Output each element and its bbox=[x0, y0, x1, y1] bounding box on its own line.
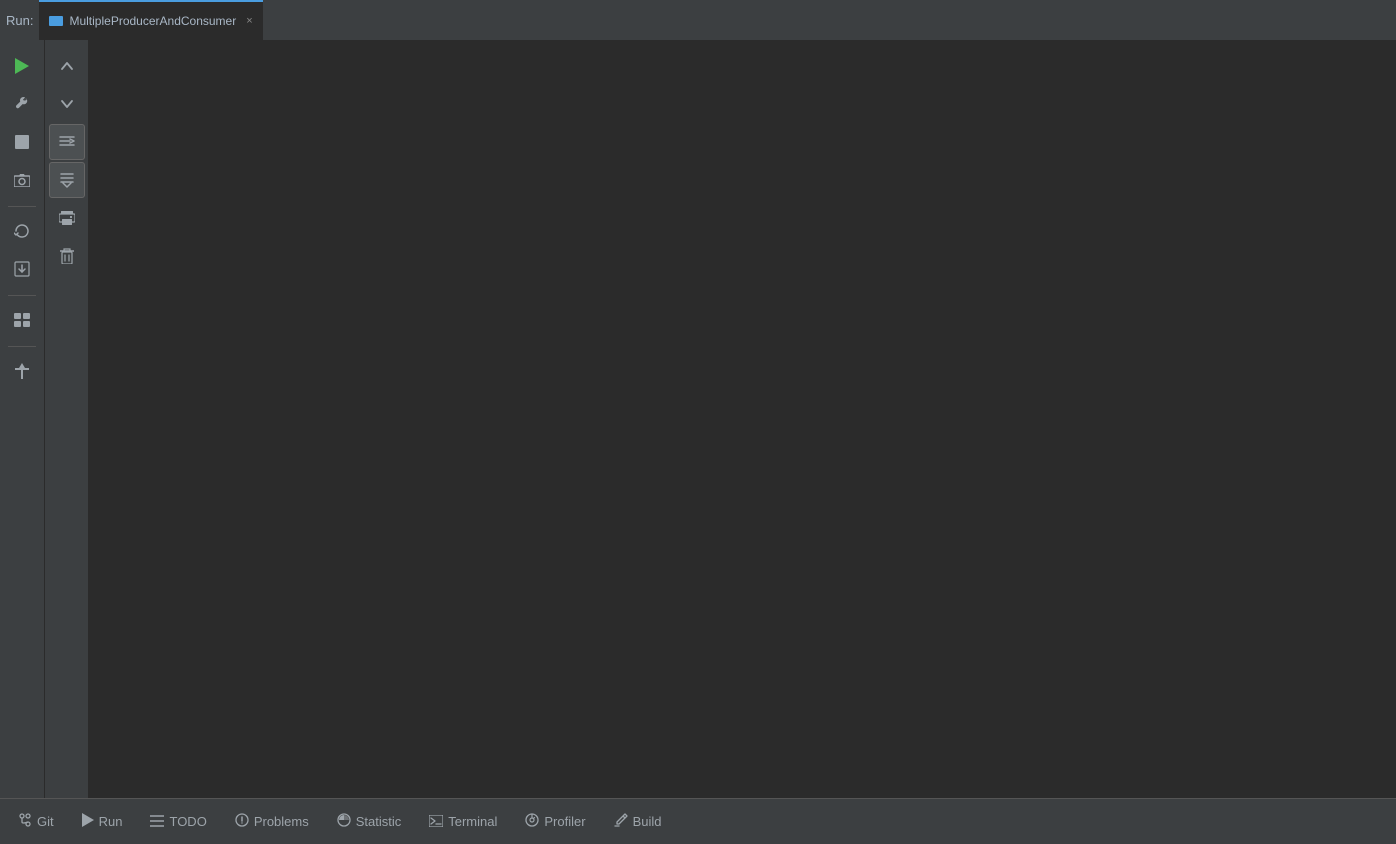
print-icon[interactable] bbox=[49, 200, 85, 236]
bottom-bar: Git Run TODO Problems bbox=[0, 798, 1396, 844]
divider-3 bbox=[8, 346, 36, 347]
divider-1 bbox=[8, 206, 36, 207]
run-tab-label: Run bbox=[99, 814, 123, 829]
problems-icon bbox=[235, 813, 249, 830]
trash-icon[interactable] bbox=[49, 238, 85, 274]
statistic-icon bbox=[337, 813, 351, 830]
up-arrow-icon[interactable] bbox=[49, 48, 85, 84]
play-icon[interactable] bbox=[4, 48, 40, 84]
problems-tab[interactable]: Problems bbox=[221, 799, 323, 844]
tab-close-button[interactable]: × bbox=[246, 15, 252, 27]
scroll-bottom-icon[interactable] bbox=[49, 162, 85, 198]
statistic-tab[interactable]: Statistic bbox=[323, 799, 416, 844]
grid-icon[interactable] bbox=[4, 302, 40, 338]
tab-file-icon bbox=[49, 16, 63, 26]
sidebar bbox=[0, 40, 44, 798]
active-tab[interactable]: MultipleProducerAndConsumer × bbox=[39, 0, 262, 40]
terminal-tab[interactable]: Terminal bbox=[415, 799, 511, 844]
tab-bar: Run: MultipleProducerAndConsumer × bbox=[0, 0, 1396, 40]
refresh-icon[interactable] bbox=[4, 213, 40, 249]
todo-tab[interactable]: TODO bbox=[136, 799, 220, 844]
statistic-tab-label: Statistic bbox=[356, 814, 402, 829]
build-tab[interactable]: Build bbox=[600, 799, 676, 844]
run-icon bbox=[82, 813, 94, 830]
down-arrow-icon[interactable] bbox=[49, 86, 85, 122]
terminal-tab-label: Terminal bbox=[448, 814, 497, 829]
git-icon bbox=[18, 813, 32, 830]
git-tab[interactable]: Git bbox=[4, 799, 68, 844]
wrap-text-icon[interactable] bbox=[49, 124, 85, 160]
list-icon bbox=[150, 814, 164, 830]
pin-icon[interactable] bbox=[4, 353, 40, 389]
build-icon bbox=[614, 813, 628, 830]
wrench-icon[interactable] bbox=[4, 86, 40, 122]
build-tab-label: Build bbox=[633, 814, 662, 829]
divider-2 bbox=[8, 295, 36, 296]
inner-toolbar bbox=[44, 40, 88, 798]
terminal-icon bbox=[429, 814, 443, 830]
main-area bbox=[0, 40, 1396, 798]
import-icon[interactable] bbox=[4, 251, 40, 287]
profiler-tab[interactable]: Profiler bbox=[511, 799, 599, 844]
run-tab[interactable]: Run bbox=[68, 799, 137, 844]
tab-title: MultipleProducerAndConsumer bbox=[69, 14, 236, 28]
camera-icon[interactable] bbox=[4, 162, 40, 198]
content-area bbox=[88, 40, 1396, 798]
problems-tab-label: Problems bbox=[254, 814, 309, 829]
profiler-icon bbox=[525, 813, 539, 830]
run-label: Run: bbox=[6, 13, 33, 28]
stop-icon[interactable] bbox=[4, 124, 40, 160]
git-tab-label: Git bbox=[37, 814, 54, 829]
profiler-tab-label: Profiler bbox=[544, 814, 585, 829]
todo-tab-label: TODO bbox=[169, 814, 206, 829]
